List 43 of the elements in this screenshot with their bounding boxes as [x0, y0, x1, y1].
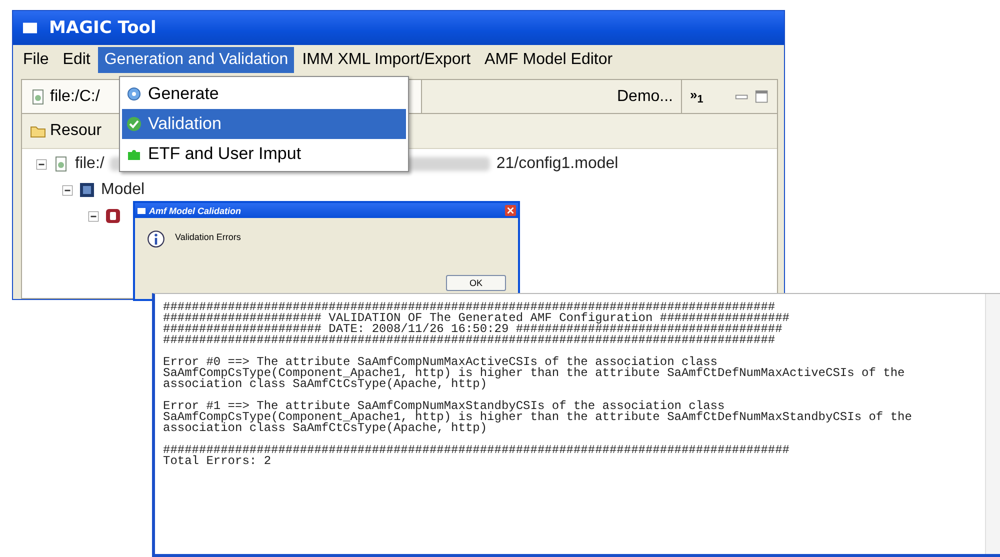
log-line: ###################### VALIDATION OF The Generated AMF Configuration ##################	[163, 313, 791, 324]
menu-item[interactable]: Edit	[56, 47, 96, 73]
log-line: Error #1 ==> The attribute SaAmfCompNumMaxStandbyCSIs of the association class	[163, 401, 725, 412]
menu-item[interactable]: Generation and Validation	[98, 47, 294, 73]
file-icon	[53, 156, 69, 172]
collapse-toggle[interactable]	[62, 184, 73, 196]
dialog-message: Validation Errors	[175, 232, 241, 242]
collapse-icon	[62, 184, 73, 196]
menu-item[interactable]: Validation	[122, 109, 406, 139]
collapse-toggle[interactable]	[36, 158, 47, 170]
close-icon	[505, 205, 516, 216]
window-title: MAGIC Tool	[49, 18, 156, 38]
scrollbar[interactable]	[985, 294, 1000, 554]
check-icon	[126, 116, 142, 132]
tree-item-label[interactable]: 21/config1.model	[496, 155, 618, 173]
collapse-icon	[36, 158, 47, 170]
dialog-title: Amf Model Calidation	[149, 206, 241, 216]
menu-item[interactable]: IMM XML Import/Export	[296, 47, 477, 73]
log-line: ###################### DATE: 2008/11/26 16:50:29 #####################################	[163, 324, 784, 335]
collapse-toggle[interactable]	[88, 210, 99, 222]
collapse-icon	[88, 210, 99, 222]
menu-item[interactable]: AMF Model Editor	[478, 47, 619, 73]
log-line: #####################################################################################	[163, 335, 776, 346]
ok-button[interactable]: OK	[446, 275, 506, 291]
tree-item-label[interactable]: Model	[101, 181, 145, 199]
tab-overflow[interactable]: »$_{1}$	[690, 87, 704, 106]
gear-icon	[126, 86, 142, 102]
log-line: association class SaAmfCtCsType(Apache, http)	[163, 379, 488, 390]
maximize-icon	[755, 90, 769, 104]
resources-tab[interactable]: Resour	[50, 122, 102, 140]
window-icon	[137, 206, 146, 214]
menu-item[interactable]: File	[17, 47, 55, 73]
log-line: #####################################################################################	[163, 302, 776, 313]
log-line: SaAmfCompCsType(Component_Apache1, http) is higher than the attribute SaAmfCtDefNumMaxStandbyCSIs of the	[163, 412, 913, 423]
info-icon	[147, 230, 165, 248]
log-line: #######################################################################################	[163, 445, 791, 456]
model-icon	[79, 182, 95, 198]
tree-item-label[interactable]: file:/	[75, 155, 104, 173]
log-line: SaAmfCompCsType(Component_Apache1, http) is higher than the attribute SaAmfCtDefNumMaxActiveCSIs of the	[163, 368, 906, 379]
log-line: association class SaAmfCtCsType(Apache, http)	[163, 423, 488, 434]
log-line: Total Errors: 2	[163, 456, 272, 467]
file-icon	[30, 88, 46, 104]
log-line: Error #0 ==> The attribute SaAmfCompNumMaxActiveCSIs of the association class	[163, 357, 718, 368]
